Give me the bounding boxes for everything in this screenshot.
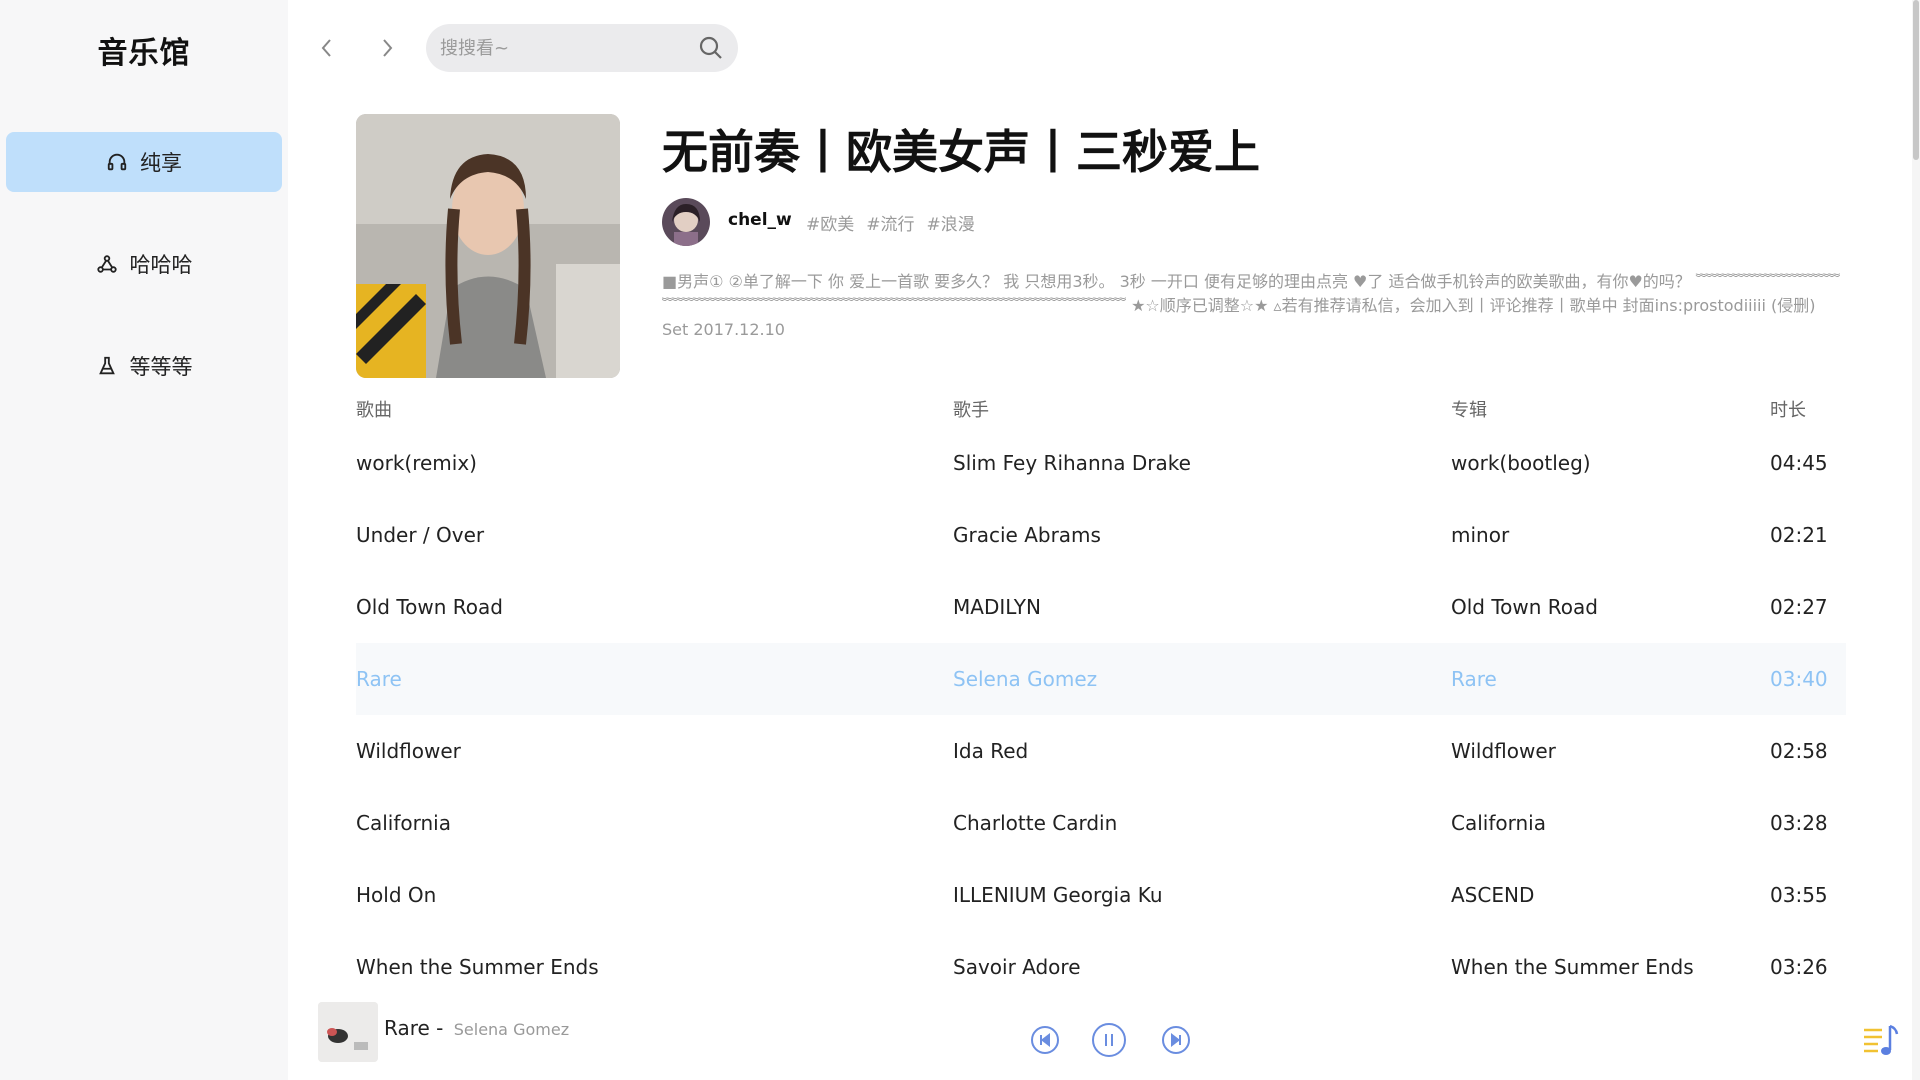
playlist-description: ■男声① ②单了解一下 你 爱上一首歌 要多久？ 我 只想用3秒。 3秒 一开口… xyxy=(662,272,1840,339)
song-duration-cell: 04:45 xyxy=(1770,451,1828,475)
table-row[interactable]: Rare Selena Gomez Rare 03:40 xyxy=(356,643,1846,715)
song-album-cell: Rare xyxy=(1451,667,1497,691)
song-title-cell: California xyxy=(356,811,451,835)
back-arrow-icon[interactable] xyxy=(314,34,340,62)
app-title: 音乐馆 xyxy=(97,36,191,71)
sidebar-item-label: 纯享 xyxy=(140,151,182,175)
previous-icon[interactable] xyxy=(1027,1022,1063,1058)
column-header-duration: 时长 xyxy=(1770,400,1806,421)
song-title-cell: Rare xyxy=(356,667,402,691)
table-row[interactable]: Under / Over Gracie Abrams minor 02:21 xyxy=(356,499,1846,571)
song-duration-cell: 03:26 xyxy=(1770,955,1828,979)
song-album-cell: Wildflower xyxy=(1451,739,1556,763)
song-artist-cell: Slim Fey Rihanna Drake xyxy=(953,451,1191,475)
song-duration-cell: 03:40 xyxy=(1770,667,1828,691)
table-row[interactable]: work(remix) Slim Fey Rihanna Drake work(bo… xyxy=(356,427,1846,499)
song-artist-cell: ILLENIUM Georgia Ku xyxy=(953,883,1163,907)
song-artist-cell: Charlotte Cardin xyxy=(953,811,1118,835)
sidebar-item-hahaha[interactable]: 哈哈哈 xyxy=(6,234,282,294)
next-icon[interactable] xyxy=(1158,1022,1194,1058)
search-input[interactable] xyxy=(440,37,698,59)
playlist-cover-image xyxy=(356,114,620,378)
creator-avatar[interactable] xyxy=(662,198,710,246)
column-header-artist: 歌手 xyxy=(953,400,989,421)
song-title-cell: When the Summer Ends xyxy=(356,955,599,979)
table-row[interactable]: Hold On ILLENIUM Georgia Ku ASCEND 03:55 xyxy=(356,859,1846,931)
creator-name[interactable]: chel_w xyxy=(728,210,792,230)
song-artist-cell: Savoir Adore xyxy=(953,955,1081,979)
song-album-cell: work(bootleg) xyxy=(1451,451,1591,475)
song-title-cell: Old Town Road xyxy=(356,595,503,619)
song-title-cell: work(remix) xyxy=(356,451,477,475)
tag-link[interactable]: #流行 xyxy=(866,210,914,235)
playlist-music-icon[interactable] xyxy=(1860,1020,1900,1060)
song-album-cell: ASCEND xyxy=(1451,883,1535,907)
sidebar-item-label: 等等等 xyxy=(129,355,193,379)
scrollbar-thumb[interactable] xyxy=(1913,0,1919,160)
song-album-cell: California xyxy=(1451,811,1546,835)
column-header-song: 歌曲 xyxy=(356,400,392,421)
flask-icon xyxy=(98,356,115,375)
now-playing-artist: Selena Gomez xyxy=(453,1020,570,1039)
now-playing-separator: - xyxy=(429,1016,450,1040)
song-artist-cell: Gracie Abrams xyxy=(953,523,1101,547)
column-header-album: 专辑 xyxy=(1451,400,1487,421)
song-duration-cell: 02:27 xyxy=(1770,595,1828,619)
song-album-cell: When the Summer Ends xyxy=(1451,955,1694,979)
song-title-cell: Hold On xyxy=(356,883,437,907)
playlist-title: 无前奏丨欧美女声丨三秒爱上 xyxy=(662,125,1260,179)
search-icon[interactable] xyxy=(698,35,724,61)
playlist-tags: #欧美 #流行 #浪漫 xyxy=(806,210,975,235)
now-playing-title: Rare xyxy=(384,1016,430,1040)
scrollbar-track[interactable] xyxy=(1912,0,1920,1080)
song-title-cell: Under / Over xyxy=(356,523,485,547)
tag-link[interactable]: #浪漫 xyxy=(927,210,975,235)
song-duration-cell: 02:58 xyxy=(1770,739,1828,763)
table-row[interactable]: Wildflower Ida Red Wildflower 02:58 xyxy=(356,715,1846,787)
table-row[interactable]: Old Town Road MADILYN Old Town Road 02:27 xyxy=(356,571,1846,643)
song-artist-cell: MADILYN xyxy=(953,595,1041,619)
song-artist-cell: Selena Gomez xyxy=(953,667,1098,691)
song-artist-cell: Ida Red xyxy=(953,739,1029,763)
sidebar-item-chunxiang[interactable]: 纯享 xyxy=(6,132,282,192)
pause-icon[interactable] xyxy=(1090,1021,1128,1059)
table-row[interactable]: California Charlotte Cardin California 03:2… xyxy=(356,787,1846,859)
forward-arrow-icon[interactable] xyxy=(374,34,400,62)
sidebar-item-label: 哈哈哈 xyxy=(129,253,193,277)
share-nodes-icon xyxy=(96,255,117,273)
song-duration-cell: 03:28 xyxy=(1770,811,1828,835)
song-album-cell: Old Town Road xyxy=(1451,595,1598,619)
song-duration-cell: 03:55 xyxy=(1770,883,1828,907)
song-album-cell: minor xyxy=(1451,523,1510,547)
song-title-cell: Wildflower xyxy=(356,739,461,763)
music-app: 音乐馆 纯享 哈哈哈 等等等 搜搜看~ 无前奏丨欧美女声丨三秒爱上 chel_w… xyxy=(0,0,1920,1080)
headphones-icon xyxy=(107,153,127,171)
now-playing-info: Rare - Selena Gomez xyxy=(384,1016,569,1040)
search-box xyxy=(426,24,738,72)
now-playing-cover[interactable] xyxy=(318,1002,378,1062)
tag-link[interactable]: #欧美 xyxy=(806,210,854,235)
sidebar: 音乐馆 纯享 哈哈哈 等等等 xyxy=(0,0,288,1080)
sidebar-item-dengdeng[interactable]: 等等等 xyxy=(6,336,282,396)
song-duration-cell: 02:21 xyxy=(1770,523,1828,547)
table-row[interactable]: When the Summer Ends Savoir Adore When the… xyxy=(356,931,1846,1003)
